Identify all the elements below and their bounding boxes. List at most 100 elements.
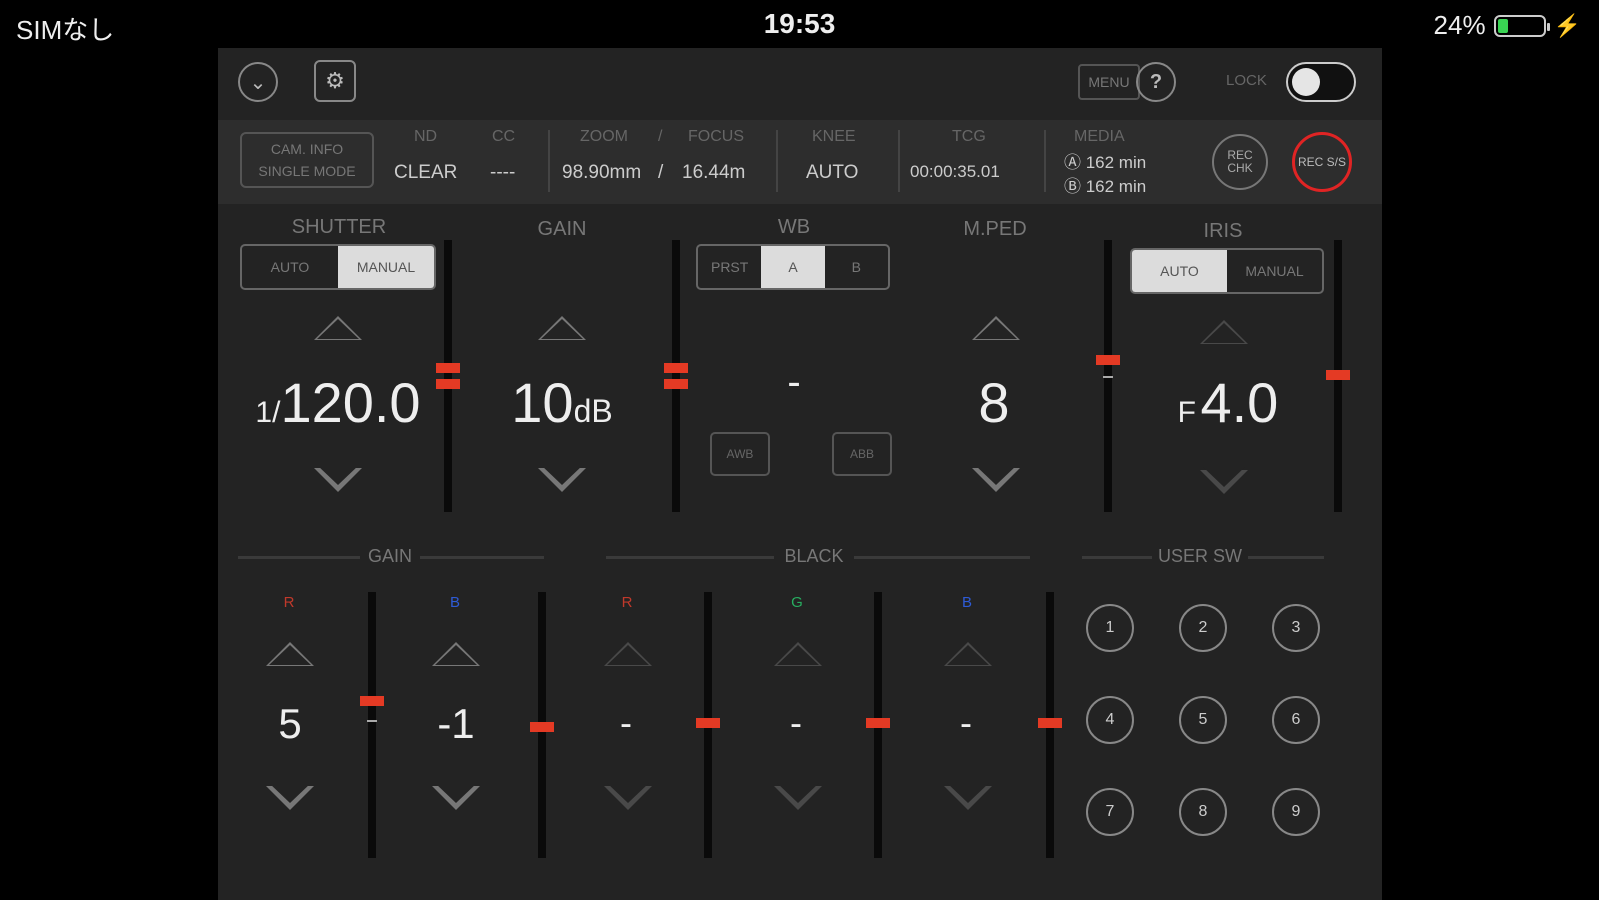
wb-mode-switch[interactable]: PRST A B xyxy=(696,244,890,290)
user-switch-4-button[interactable]: 4 xyxy=(1086,696,1134,744)
abb-button[interactable]: ABB xyxy=(832,432,892,476)
mped-slider-thumb[interactable] xyxy=(1096,355,1120,365)
iris-manual-option[interactable]: MANUAL xyxy=(1227,250,1322,292)
user-switch-3-button[interactable]: 3 xyxy=(1272,604,1320,652)
wb-preset-option[interactable]: PRST xyxy=(698,246,761,288)
wb-b-option[interactable]: B xyxy=(825,246,888,288)
gain-b-value: -1 xyxy=(437,700,475,747)
black-b-slider-thumb[interactable] xyxy=(1038,718,1062,728)
user-switch-7-button[interactable]: 7 xyxy=(1086,788,1134,836)
zoom-value: 98.90mm xyxy=(562,162,642,183)
toolbar: ⌄ ⚙ MENU ? LOCK xyxy=(218,48,1382,120)
user-switch-label: USER SW xyxy=(1157,546,1242,566)
divider xyxy=(1082,556,1152,559)
media-label: MEDIA xyxy=(1074,128,1125,145)
gain-r-slider-thumb[interactable] xyxy=(360,696,384,706)
mped-value: 8 xyxy=(978,371,1010,434)
iris-mode-switch[interactable]: AUTO MANUAL xyxy=(1130,248,1324,294)
gain-down-arrow-icon[interactable] xyxy=(538,465,586,492)
black-b-up-arrow-icon[interactable] xyxy=(944,642,992,666)
media-a-remaining: Ⓐ 162 min xyxy=(1064,153,1147,172)
gain-r-down-arrow-icon[interactable] xyxy=(266,783,314,810)
shutter-down-arrow-icon[interactable] xyxy=(314,465,362,492)
gain-slider-thumb[interactable] xyxy=(664,363,688,373)
settings-button[interactable]: ⚙ xyxy=(314,60,356,102)
rec-check-button[interactable]: REC CHK xyxy=(1212,134,1268,190)
wb-value: - xyxy=(787,360,801,404)
camera-remote-panel: ⌄ ⚙ MENU ? LOCK CAM. INFO SINGLE MODE ND… xyxy=(218,48,1382,900)
shutter-manual-option[interactable]: MANUAL xyxy=(338,246,434,288)
knee-label: KNEE xyxy=(812,128,856,145)
rec-start-stop-button[interactable]: REC S/S xyxy=(1292,132,1352,192)
focus-value: 16.44m xyxy=(682,162,746,183)
shutter-mode-switch[interactable]: AUTO MANUAL xyxy=(240,244,436,290)
mped-up-arrow-icon[interactable] xyxy=(972,316,1020,340)
gain-b-slider-thumb[interactable] xyxy=(530,722,554,732)
chevron-down-icon: ⌄ xyxy=(249,71,267,94)
mped-slider-tick xyxy=(1103,376,1113,378)
shutter-slider-thumb[interactable] xyxy=(436,379,460,389)
shutter-slider[interactable] xyxy=(444,240,452,512)
slash-value: / xyxy=(658,162,664,183)
help-button[interactable]: ? xyxy=(1136,62,1176,102)
black-g-value: - xyxy=(790,702,802,743)
iris-prefix: F xyxy=(1177,396,1196,429)
gain-b-down-arrow-icon[interactable] xyxy=(432,783,480,810)
black-g-up-arrow-icon[interactable] xyxy=(774,642,822,666)
black-g-down-arrow-icon[interactable] xyxy=(774,783,822,810)
nd-label: ND xyxy=(414,128,438,145)
collapse-button[interactable]: ⌄ xyxy=(238,62,278,102)
gain-r-slider-tick xyxy=(367,720,377,722)
gain-slider[interactable] xyxy=(672,240,680,512)
divider xyxy=(420,556,544,559)
slash-label: / xyxy=(658,128,663,145)
user-switch-1-button[interactable]: 1 xyxy=(1086,604,1134,652)
awb-button[interactable]: AWB xyxy=(710,432,770,476)
gain-r-channel-label: R xyxy=(283,594,295,611)
shutter-number: 120.0 xyxy=(280,371,421,434)
gain-unit: dB xyxy=(573,393,613,429)
divider xyxy=(1248,556,1324,559)
cc-value: ---- xyxy=(490,162,516,183)
iris-auto-option[interactable]: AUTO xyxy=(1132,250,1227,292)
user-switch-2-button[interactable]: 2 xyxy=(1179,604,1227,652)
divider xyxy=(606,556,774,559)
shutter-auto-option[interactable]: AUTO xyxy=(242,246,338,288)
black-r-up-arrow-icon[interactable] xyxy=(604,642,652,666)
user-switch-9-button[interactable]: 9 xyxy=(1272,788,1320,836)
iris-down-arrow-icon[interactable] xyxy=(1200,467,1248,494)
lock-label: LOCK xyxy=(1226,72,1267,89)
black-r-channel-label: R xyxy=(621,594,633,611)
iris-value: F 4.0 xyxy=(1138,370,1318,435)
separator xyxy=(548,130,550,192)
gain-up-arrow-icon[interactable] xyxy=(538,316,586,340)
gain-b-up-arrow-icon[interactable] xyxy=(432,642,480,666)
lock-toggle[interactable] xyxy=(1286,62,1356,102)
cam-info-button[interactable]: CAM. INFO SINGLE MODE xyxy=(240,132,374,188)
shutter-up-arrow-icon[interactable] xyxy=(314,316,362,340)
black-r-slider-thumb[interactable] xyxy=(696,718,720,728)
gain-r-value: 5 xyxy=(278,700,302,747)
wb-a-option[interactable]: A xyxy=(761,246,825,288)
iris-up-arrow-icon[interactable] xyxy=(1200,320,1248,344)
black-b-value: - xyxy=(960,702,972,743)
iris-slider-thumb[interactable] xyxy=(1326,370,1350,380)
menu-button[interactable]: MENU xyxy=(1078,64,1140,100)
gain-r-slider[interactable] xyxy=(368,592,376,858)
black-r-down-arrow-icon[interactable] xyxy=(604,783,652,810)
battery-percent: 24% xyxy=(1433,10,1486,40)
separator xyxy=(1044,130,1046,192)
black-g-slider-thumb[interactable] xyxy=(866,718,890,728)
shutter-slider-thumb[interactable] xyxy=(436,363,460,373)
mped-down-arrow-icon[interactable] xyxy=(972,465,1020,492)
divider xyxy=(238,556,360,559)
gain-slider-thumb[interactable] xyxy=(664,379,688,389)
gain-r-up-arrow-icon[interactable] xyxy=(266,642,314,666)
user-switch-6-button[interactable]: 6 xyxy=(1272,696,1320,744)
black-g-channel-label: G xyxy=(791,594,803,611)
black-b-channel-label: B xyxy=(961,594,972,611)
mped-label: M.PED xyxy=(963,218,1027,240)
black-b-down-arrow-icon[interactable] xyxy=(944,783,992,810)
user-switch-8-button[interactable]: 8 xyxy=(1179,788,1227,836)
user-switch-5-button[interactable]: 5 xyxy=(1179,696,1227,744)
